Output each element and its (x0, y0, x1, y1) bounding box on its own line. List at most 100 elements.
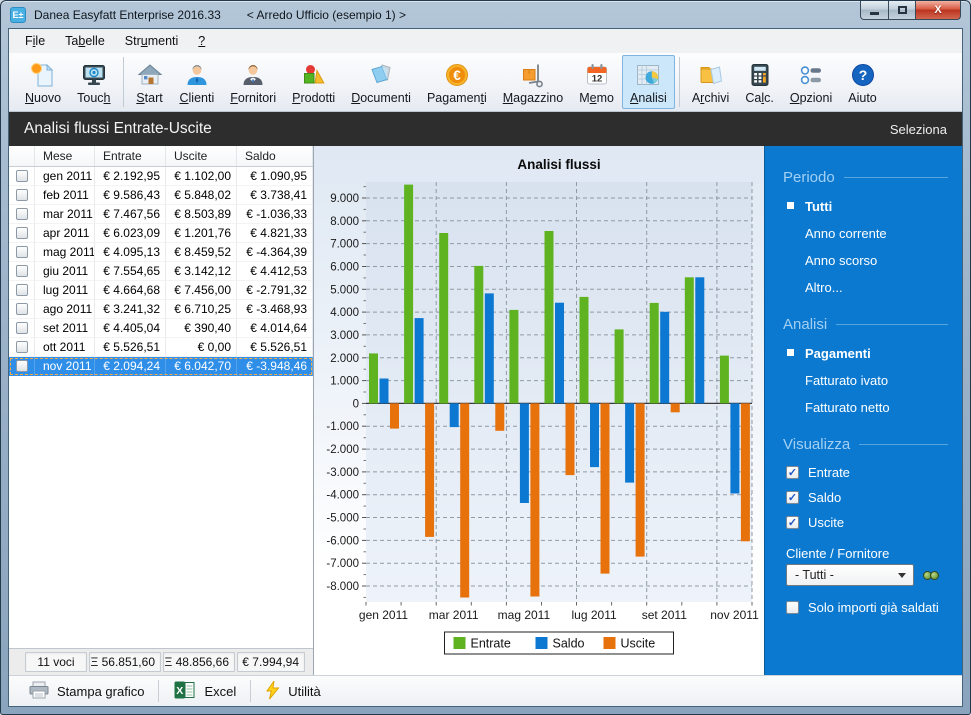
menu-tabelle[interactable]: Tabelle (55, 31, 115, 51)
row-checkbox[interactable] (16, 265, 28, 277)
section-divider (859, 444, 948, 445)
sidebar-item-fatturato-netto[interactable]: Fatturato netto (765, 394, 962, 421)
toolbar-fornitori-button[interactable]: Fornitori (222, 55, 284, 109)
row-checkbox[interactable] (16, 170, 28, 182)
svg-text:3.000: 3.000 (330, 330, 359, 342)
cell-entrate: € 7.554,65 (95, 262, 166, 281)
prodotti-icon (300, 60, 328, 90)
table-row-mar-2011[interactable]: mar 2011 € 7.467,56 € 8.503,89 € -1.036,… (9, 205, 313, 224)
footer-entrate-total: Ξ 56.851,60 (89, 652, 161, 672)
toolbar-pagamenti-button[interactable]: € Pagamenti (419, 55, 495, 109)
table-row-set-2011[interactable]: set 2011 € 4.405,04 € 390,40 € 4.014,64 (9, 319, 313, 338)
column-header-uscite[interactable]: Uscite (166, 146, 237, 166)
column-header-checkbox[interactable] (9, 146, 35, 166)
bottom-button-label: Utilità (288, 684, 321, 699)
section-title-label: Periodo (783, 169, 835, 186)
utilit-button[interactable]: Utilità (254, 677, 332, 706)
stampa-grafico-button[interactable]: Stampa grafico (17, 677, 155, 706)
app-window: E± Danea Easyfatt Enterprise 2016.33< Ar… (0, 0, 971, 715)
table-row-lug-2011[interactable]: lug 2011 € 4.664,68 € 7.456,00 € -2.791,… (9, 281, 313, 300)
row-checkbox[interactable] (16, 189, 28, 201)
table-row-feb-2011[interactable]: feb 2011 € 9.586,43 € 5.848,02 € 3.738,4… (9, 186, 313, 205)
row-checkbox[interactable] (16, 322, 28, 334)
sidebar-checkbox-uscite[interactable]: ✓ Uscite (765, 510, 962, 535)
row-checkbox[interactable] (16, 208, 28, 220)
seleziona-button[interactable]: Seleziona (890, 122, 947, 137)
sidebar-checkbox-solo-importi-gi-saldati[interactable]: Solo importi già saldati (765, 595, 962, 620)
close-button[interactable]: X (916, 1, 961, 20)
footer-row-count: 11 voci (25, 652, 87, 672)
toolbar-start-label: Start (136, 91, 162, 105)
toolbar-clienti-button[interactable]: Clienti (172, 55, 223, 109)
bar-uscite-lug-2011 (601, 403, 610, 573)
toolbar-documenti-button[interactable]: Documenti (343, 55, 419, 109)
toolbar-archivi-button[interactable]: Archivi (684, 55, 738, 109)
toolbar-calc-button[interactable]: Calc. (737, 55, 782, 109)
toolbar-documenti-label: Documenti (351, 91, 411, 105)
documenti-icon (367, 60, 395, 90)
toolbar-start-button[interactable]: Start (128, 55, 172, 109)
column-header-mese[interactable]: Mese (35, 146, 95, 166)
sidebar-item-altro[interactable]: Altro... (765, 274, 962, 301)
sidebar-checkbox-saldo[interactable]: ✓ Saldo (765, 485, 962, 510)
excel-button[interactable]: X Excel (162, 677, 247, 706)
sidebar-item-label: Tutti (805, 199, 832, 214)
sidebar-item-fatturato-ivato[interactable]: Fatturato ivato (765, 367, 962, 394)
fornitori-icon (239, 60, 267, 90)
sidebar-item-pagamenti[interactable]: Pagamenti (765, 340, 962, 367)
menu-bar: FileTabelleStrumenti? (9, 29, 962, 53)
flows-table-panel: MeseEntrateUsciteSaldo gen 2011 € 2.192,… (9, 146, 314, 675)
cell-saldo: € 4.014,64 (237, 319, 313, 338)
toolbar-touch-button[interactable]: Touch (69, 55, 118, 109)
svg-text:-8.000: -8.000 (326, 581, 359, 593)
bottom-separator (158, 680, 159, 702)
menu-help[interactable]: ? (188, 31, 215, 51)
checkbox-label: Saldo (808, 490, 841, 505)
row-checkbox[interactable] (16, 341, 28, 353)
pagamenti-icon: € (443, 60, 471, 90)
maximize-button[interactable] (889, 1, 916, 20)
minimize-button[interactable] (860, 1, 889, 20)
table-row-gen-2011[interactable]: gen 2011 € 2.192,95 € 1.102,00 € 1.090,9… (9, 167, 313, 186)
toolbar-opzioni-button[interactable]: Opzioni (782, 55, 840, 109)
title-bar[interactable]: E± Danea Easyfatt Enterprise 2016.33< Ar… (1, 1, 970, 28)
client-filter-dropdown[interactable]: - Tutti - (786, 564, 914, 586)
cell-entrate: € 7.467,56 (95, 205, 166, 224)
menu-file[interactable]: File (15, 31, 55, 51)
sidebar-item-tutti[interactable]: Tutti (765, 193, 962, 220)
main-toolbar: Nuovo Touch Start Clienti Fornitori Prod… (9, 53, 962, 112)
toolbar-analisi-button[interactable]: Analisi (622, 55, 675, 109)
toolbar-aiuto-button[interactable]: ? Aiuto (840, 55, 885, 109)
table-row-ago-2011[interactable]: ago 2011 € 3.241,32 € 6.710,25 € -3.468,… (9, 300, 313, 319)
binoculars-icon[interactable] (923, 571, 939, 580)
svg-text:6.000: 6.000 (330, 262, 359, 274)
cell-entrate: € 4.664,68 (95, 281, 166, 300)
table-row-apr-2011[interactable]: apr 2011 € 6.023,09 € 1.201,76 € 4.821,3… (9, 224, 313, 243)
row-checkbox[interactable] (16, 227, 28, 239)
selected-bullet-icon (787, 202, 794, 209)
sidebar-checkbox-entrate[interactable]: ✓ Entrate (765, 460, 962, 485)
table-row-giu-2011[interactable]: giu 2011 € 7.554,65 € 3.142,12 € 4.412,5… (9, 262, 313, 281)
bar-uscite-gen-2011 (390, 403, 399, 428)
cell-uscite: € 1.201,76 (166, 224, 237, 243)
cell-mese: nov 2011 (35, 357, 95, 376)
toolbar-nuovo-button[interactable]: Nuovo (17, 55, 69, 109)
svg-text:€: € (453, 68, 461, 83)
app-icon: E± (10, 7, 26, 23)
toolbar-magazzino-button[interactable]: Magazzino (495, 55, 571, 109)
row-checkbox[interactable] (16, 360, 28, 372)
table-row-nov-2011[interactable]: nov 2011 € 2.094,24 € 6.042,70 € -3.948,… (9, 357, 313, 376)
sidebar-item-anno-scorso[interactable]: Anno scorso (765, 247, 962, 274)
menu-strumenti[interactable]: Strumenti (115, 31, 189, 51)
row-checkbox[interactable] (16, 303, 28, 315)
sidebar-item-anno-corrente[interactable]: Anno corrente (765, 220, 962, 247)
table-row-mag-2011[interactable]: mag 2011 € 4.095,13 € 8.459,52 € -4.364,… (9, 243, 313, 262)
bar-uscite-mag-2011 (530, 403, 539, 596)
column-header-entrate[interactable]: Entrate (95, 146, 166, 166)
row-checkbox[interactable] (16, 246, 28, 258)
toolbar-memo-button[interactable]: 12 Memo (571, 55, 622, 109)
column-header-saldo[interactable]: Saldo (237, 146, 313, 166)
toolbar-prodotti-button[interactable]: Prodotti (284, 55, 343, 109)
row-checkbox[interactable] (16, 284, 28, 296)
table-row-ott-2011[interactable]: ott 2011 € 5.526,51 € 0,00 € 5.526,51 (9, 338, 313, 357)
